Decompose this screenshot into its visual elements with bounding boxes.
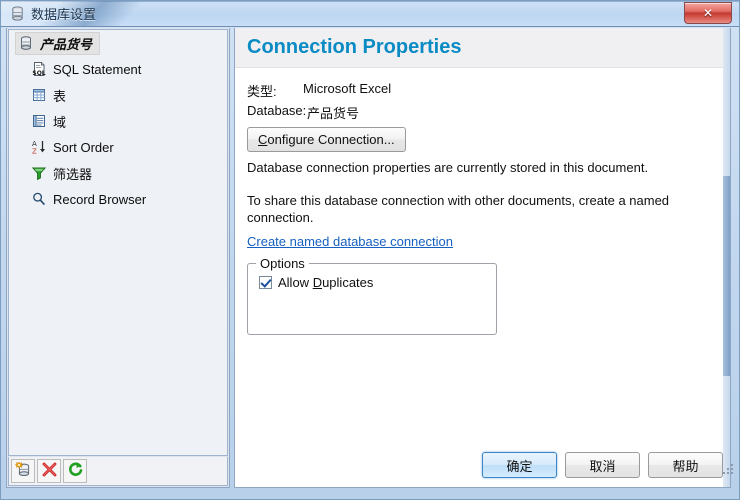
window-title: 数据库设置 (31, 4, 96, 23)
database-icon (18, 35, 34, 51)
sidebar-item-label: 表 (53, 86, 66, 105)
sidebar-item-fields[interactable]: 域 (9, 108, 227, 134)
sidebar-item-label: 域 (53, 112, 66, 131)
database-label: Database: (247, 103, 306, 118)
configure-button-accel: C (258, 132, 267, 147)
options-legend: Options (256, 256, 309, 271)
sidebar-item-label: SQL Statement (53, 62, 141, 77)
help-button[interactable]: 帮助 (648, 452, 723, 478)
sort-az-icon: A Z (31, 139, 47, 155)
page-title: Connection Properties (247, 36, 461, 59)
content-body: 类型: Microsoft Excel Database: 产品货号 Confi… (235, 68, 723, 487)
sidebar-item-product-code[interactable]: 产品货号 (9, 30, 227, 56)
sidebar-item-record-browser[interactable]: Record Browser (9, 186, 227, 212)
client-area: 产品货号 SQL SQL Statement (6, 28, 734, 488)
allow-duplicates-accel: D (313, 275, 322, 290)
create-named-connection-link[interactable]: Create named database connection (247, 234, 453, 249)
dialog-window: 数据库设置 ✕ (0, 0, 740, 500)
sidebar-item-label: Sort Order (53, 140, 114, 155)
sidebar-item-label: 产品货号 (40, 34, 92, 53)
ok-button[interactable]: 确定 (482, 452, 557, 478)
fields-icon (31, 113, 47, 129)
database-icon (10, 6, 25, 21)
allow-duplicates-checkbox[interactable]: Allow Duplicates (259, 275, 373, 290)
configure-connection-button[interactable]: Configure Connection... (247, 127, 406, 152)
sidebar: 产品货号 SQL SQL Statement (6, 28, 230, 488)
type-label: 类型: (247, 81, 277, 100)
title-bar[interactable]: 数据库设置 ✕ (0, 0, 740, 27)
allow-duplicates-label-rest: uplicates (322, 275, 373, 290)
magnifier-icon (31, 191, 47, 207)
sidebar-item-tables[interactable]: 表 (9, 82, 227, 108)
options-group-box: Options Allow Duplicates (247, 263, 497, 335)
share-connection-text: To share this database connection with o… (247, 192, 679, 226)
checkbox-box[interactable] (259, 276, 272, 289)
sidebar-item-label: Record Browser (53, 192, 146, 207)
stored-in-document-text: Database connection properties are curre… (247, 160, 648, 175)
cancel-button[interactable]: 取消 (565, 452, 640, 478)
svg-text:SQL: SQL (32, 70, 45, 77)
allow-duplicates-label-pre: Allow (278, 275, 313, 290)
filter-funnel-icon (31, 165, 47, 181)
resize-grip[interactable] (723, 464, 735, 476)
sidebar-item-sort-order[interactable]: A Z Sort Order (9, 134, 227, 160)
dialog-button-bar: 确定 取消 帮助 (0, 448, 740, 488)
sql-statement-icon: SQL (31, 61, 47, 77)
sidebar-item-sql-statement[interactable]: SQL SQL Statement (9, 56, 227, 82)
close-button[interactable]: ✕ (684, 2, 732, 24)
content-header: Connection Properties (235, 28, 723, 68)
type-value: Microsoft Excel (303, 81, 391, 96)
content-pane: Connection Properties 类型: Microsoft Exce… (234, 28, 731, 488)
content-scrollbar[interactable] (723, 28, 730, 487)
svg-text:Z: Z (32, 148, 37, 156)
table-icon (31, 87, 47, 103)
database-value: 产品货号 (307, 103, 359, 122)
sidebar-item-filter[interactable]: 筛选器 (9, 160, 227, 186)
sidebar-item-label: 筛选器 (53, 164, 92, 183)
scrollbar-thumb[interactable] (723, 176, 730, 376)
configure-button-label: onfigure Connection... (267, 132, 394, 147)
close-icon: ✕ (685, 3, 731, 23)
object-tree[interactable]: 产品货号 SQL SQL Statement (8, 29, 228, 456)
